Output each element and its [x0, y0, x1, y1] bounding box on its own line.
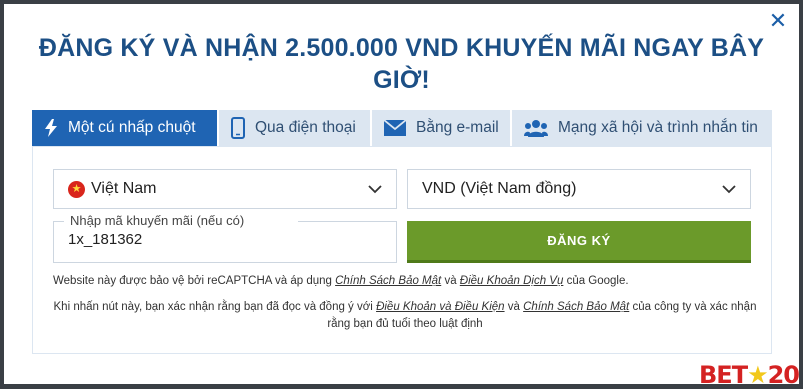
promo-code-field[interactable]: Nhập mã khuyến mãi (nếu có) — [53, 213, 397, 263]
privacy-policy-link[interactable]: Chính Sách Bảo Mật — [523, 301, 629, 313]
terms-of-service-link[interactable]: Điều Khoản Dịch Vụ — [460, 275, 564, 287]
envelope-icon — [384, 120, 406, 136]
tab-label: Một cú nhấp chuột — [68, 119, 196, 136]
logo-text: BET — [699, 361, 748, 389]
consent-notice: Khi nhấn nút này, bạn xác nhận rằng bạn … — [53, 299, 757, 333]
and-text: và — [507, 301, 520, 313]
promo-code-label: Nhập mã khuyến mãi (nếu có) — [66, 213, 249, 228]
tab-label: Bằng e-mail — [416, 119, 499, 136]
field-border — [298, 221, 396, 222]
country-select[interactable]: ★ Việt Nam — [53, 169, 397, 209]
tab-label: Mạng xã hội và trình nhắn tin — [558, 119, 758, 136]
chevron-down-icon — [368, 182, 382, 201]
phone-icon — [231, 117, 245, 139]
vietnam-flag-icon: ★ — [68, 180, 85, 198]
promo-code-input[interactable] — [68, 231, 368, 248]
field-border — [54, 221, 64, 222]
registration-modal: ✕ ĐĂNG KÝ VÀ NHẬN 2.500.000 VND KHUYẾN M… — [4, 4, 799, 384]
consent-text: Khi nhấn nút này, bạn xác nhận rằng bạn … — [53, 301, 373, 313]
tab-label: Qua điện thoại — [255, 119, 356, 136]
users-icon — [524, 119, 548, 137]
modal-title: ĐĂNG KÝ VÀ NHẬN 2.500.000 VND KHUYẾN MÃI… — [38, 34, 765, 94]
currency-value: VND (Việt Nam đồng) — [422, 180, 577, 197]
tab-social[interactable]: Mạng xã hội và trình nhắn tin — [512, 110, 772, 146]
tab-email[interactable]: Bằng e-mail — [372, 110, 512, 146]
recaptcha-notice: Website này được bảo vệ bởi reCAPTCHA và… — [53, 275, 629, 287]
lightning-icon — [44, 119, 58, 137]
tab-one-click[interactable]: Một cú nhấp chuột — [32, 110, 219, 146]
bet20-logo: BET★20 — [699, 361, 800, 389]
close-icon[interactable]: ✕ — [767, 10, 789, 32]
recaptcha-text: Website này được bảo vệ bởi reCAPTCHA và… — [53, 275, 332, 287]
registration-tabs: Một cú nhấp chuột Qua điện thoại Bằng e-… — [32, 110, 772, 146]
terms-conditions-link[interactable]: Điều Khoản và Điều Kiện — [376, 301, 505, 313]
currency-select[interactable]: VND (Việt Nam đồng) — [407, 169, 751, 209]
logo-text: 20 — [767, 361, 800, 389]
privacy-policy-link[interactable]: Chính Sách Bảo Mật — [335, 275, 441, 287]
registration-panel: ★ Việt Nam VND (Việt Nam đồng) Nhập mã k… — [32, 146, 772, 354]
recaptcha-suffix: của Google. — [566, 275, 629, 287]
tab-phone[interactable]: Qua điện thoại — [219, 110, 372, 146]
register-button[interactable]: ĐĂNG KÝ — [407, 221, 751, 263]
country-value: Việt Nam — [91, 180, 157, 197]
and-text: và — [444, 275, 457, 287]
chevron-down-icon — [722, 182, 736, 201]
star-icon: ★ — [747, 361, 768, 389]
